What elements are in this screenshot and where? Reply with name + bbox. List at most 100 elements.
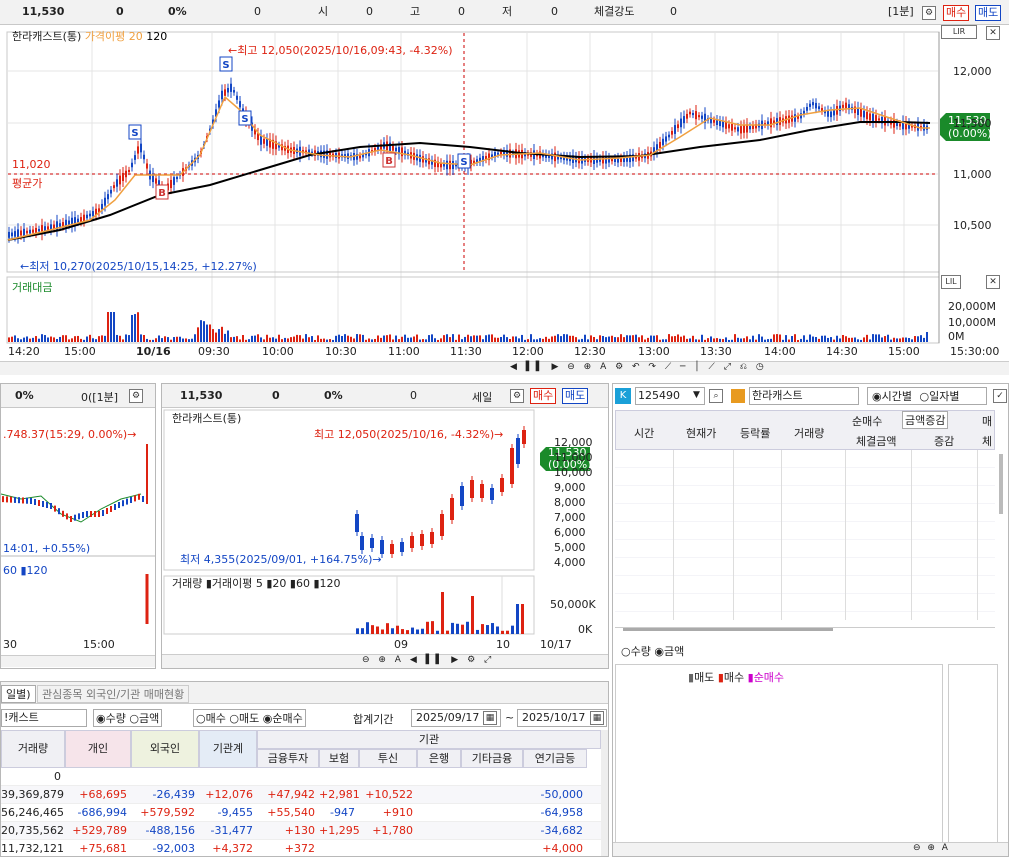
candle-body bbox=[17, 229, 19, 238]
volume-bar bbox=[626, 335, 628, 342]
volume-bar bbox=[290, 337, 292, 342]
investor-row[interactable]: 0 bbox=[1, 768, 601, 786]
change-rate: 0% bbox=[168, 5, 187, 18]
tab-watchlist-investor[interactable]: 관심종목 외국인/기관 매매현황 bbox=[37, 685, 190, 703]
volume-bar bbox=[188, 339, 190, 342]
dropdown-chevron-icon[interactable]: ▼ bbox=[693, 390, 700, 400]
investor-row[interactable]: 39,369,879 +68,695 -26,439 +12,076 +47,942 +2… bbox=[1, 786, 601, 804]
candle-body bbox=[128, 169, 130, 173]
calendar-icon[interactable]: ▦ bbox=[590, 711, 604, 725]
investor-cell: -26,439 bbox=[152, 788, 195, 801]
candle-body bbox=[116, 179, 118, 187]
investor-row[interactable]: 20,735,562 +529,789 -488,156 -31,477 +130 +1,… bbox=[1, 822, 601, 840]
radio-time[interactable]: ◉ bbox=[872, 390, 882, 403]
daily-sell-button[interactable]: 매도 bbox=[562, 388, 589, 404]
main-chart-scrollbar[interactable]: ◀ ▌▌ ▶ ⊖ ⊕ A ⚙ ↶ ↷ ⟋ ─ │ ⟋ ⤢ ⎌ ◷ bbox=[0, 361, 1009, 375]
interval-selector[interactable]: [1분] bbox=[888, 0, 914, 24]
volume-bar bbox=[101, 335, 103, 342]
candle-body bbox=[743, 125, 745, 133]
volume-bar bbox=[863, 337, 865, 342]
radio-bottom-sell[interactable]: ○ bbox=[229, 712, 239, 725]
investor-cell: -31,477 bbox=[210, 824, 253, 837]
candle-body bbox=[107, 194, 109, 200]
candle-body bbox=[803, 110, 805, 114]
daily-settings-icon[interactable]: ⚙ bbox=[510, 389, 524, 403]
daily-candle bbox=[440, 514, 444, 536]
sell-button[interactable]: 매도 bbox=[975, 5, 1002, 21]
volume-mode-icon[interactable]: LIL bbox=[941, 274, 961, 289]
daily-volume-bar bbox=[476, 629, 479, 634]
buy-button[interactable]: 매수 bbox=[943, 5, 970, 21]
volume-bar bbox=[248, 339, 250, 342]
daily-interval[interactable]: 세일 bbox=[472, 389, 492, 405]
volume-bar bbox=[458, 334, 460, 342]
radio-day[interactable]: ○ bbox=[919, 390, 929, 403]
chart-nav-controls[interactable]: ◀ ▌▌ ▶ ⊖ ⊕ A ⚙ ↶ ↷ ⟋ ─ │ ⟋ ⤢ ⎌ ◷ bbox=[510, 362, 767, 372]
investor-cell: +47,942 bbox=[267, 788, 315, 801]
mini-rate: 0% bbox=[15, 389, 34, 402]
radio-bottom-qty[interactable]: ◉ bbox=[96, 712, 106, 725]
volume-bar bbox=[167, 337, 169, 342]
candle-body bbox=[401, 147, 403, 157]
chart-mode-icon[interactable]: LIR bbox=[941, 25, 977, 39]
candle-body bbox=[815, 102, 817, 109]
volume-bar bbox=[635, 334, 637, 342]
ma120-legend: 120 bbox=[146, 30, 168, 43]
volume-bar bbox=[668, 334, 670, 342]
volume-bar bbox=[104, 335, 106, 342]
mini-candle bbox=[70, 516, 72, 522]
amount-change-dropdown[interactable]: 금액증감 bbox=[902, 411, 949, 429]
daily-scrollbar[interactable]: ⊖ ⊕ A ◀ ▌▌ ▶ ⚙ ⤢ bbox=[162, 654, 608, 668]
radio-bottom-buy[interactable]: ○ bbox=[196, 712, 206, 725]
mini-interval[interactable]: 0([1분] bbox=[81, 389, 118, 405]
daily-vol-y-label: 50,000K bbox=[550, 598, 596, 611]
volume-bar bbox=[833, 339, 835, 342]
volume-bar bbox=[521, 334, 523, 342]
radio-amt[interactable]: ◉ bbox=[654, 645, 664, 658]
daily-volume-bar bbox=[471, 596, 474, 634]
volume-bar bbox=[914, 336, 916, 342]
mini-settings-icon[interactable]: ⚙ bbox=[129, 389, 143, 403]
tab-daily[interactable]: 일별) bbox=[1, 685, 36, 703]
close-icon[interactable]: ✕ bbox=[986, 25, 1000, 40]
volume-bar bbox=[584, 334, 586, 342]
volume-close-icon[interactable]: ✕ bbox=[986, 274, 1000, 289]
settings-gear-icon[interactable]: ⚙ bbox=[922, 6, 936, 20]
vertical-scrollbar[interactable] bbox=[999, 454, 1003, 514]
daily-nav-controls[interactable]: ⊖ ⊕ A ◀ ▌▌ ▶ ⚙ ⤢ bbox=[362, 655, 494, 665]
search-icon[interactable]: ⌕ bbox=[709, 389, 723, 403]
mini-scrollbar[interactable] bbox=[1, 655, 155, 667]
mini-candle bbox=[14, 496, 16, 503]
right-bottom-scrollbar[interactable]: ⊖ ⊕ A bbox=[613, 842, 1008, 856]
table-h-scrollbar[interactable] bbox=[615, 627, 995, 633]
investor-scrollbar[interactable] bbox=[601, 730, 608, 856]
candle-body bbox=[104, 197, 106, 206]
candle-body bbox=[23, 228, 25, 237]
mini-candle bbox=[34, 499, 36, 505]
daily-buy-button[interactable]: 매수 bbox=[530, 388, 557, 404]
volume-bar bbox=[377, 335, 379, 342]
daily-x-label: 10/17 bbox=[540, 638, 572, 651]
volume-bar bbox=[497, 337, 499, 342]
volume-bar bbox=[623, 337, 625, 342]
calendar-icon[interactable]: ▦ bbox=[483, 711, 497, 725]
volume-bar bbox=[839, 338, 841, 342]
right-nav-controls[interactable]: ⊖ ⊕ A bbox=[913, 843, 950, 853]
checkbox-icon[interactable]: ✓ bbox=[993, 389, 1007, 403]
daily-x-label: 10 bbox=[496, 638, 510, 651]
investor-row[interactable]: 56,246,465 -686,994 +579,592 -9,455 +55,540 -… bbox=[1, 804, 601, 822]
mini-candle bbox=[38, 500, 40, 506]
daily-candle bbox=[380, 540, 384, 554]
investor-row[interactable]: 11,732,121 +75,681 -92,003 +4,372 +372 +4,000 bbox=[1, 840, 601, 856]
legend-sell: 매도 bbox=[694, 671, 715, 684]
radio-bottom-amt[interactable]: ○ bbox=[129, 712, 139, 725]
radio-bottom-net[interactable]: ◉ bbox=[263, 712, 273, 725]
volume-bar bbox=[374, 338, 376, 342]
mini-x-label: 30 bbox=[3, 638, 17, 651]
main-chart-area: S S S S B B 한라캐스트(통) 가격이평 20 120 ←최고 12,… bbox=[0, 25, 1009, 375]
volume-bar bbox=[620, 334, 622, 342]
volume-bar bbox=[302, 338, 304, 342]
daily-candle bbox=[500, 478, 504, 492]
radio-qty[interactable]: ○ bbox=[621, 645, 631, 658]
folder-icon[interactable] bbox=[731, 389, 745, 403]
